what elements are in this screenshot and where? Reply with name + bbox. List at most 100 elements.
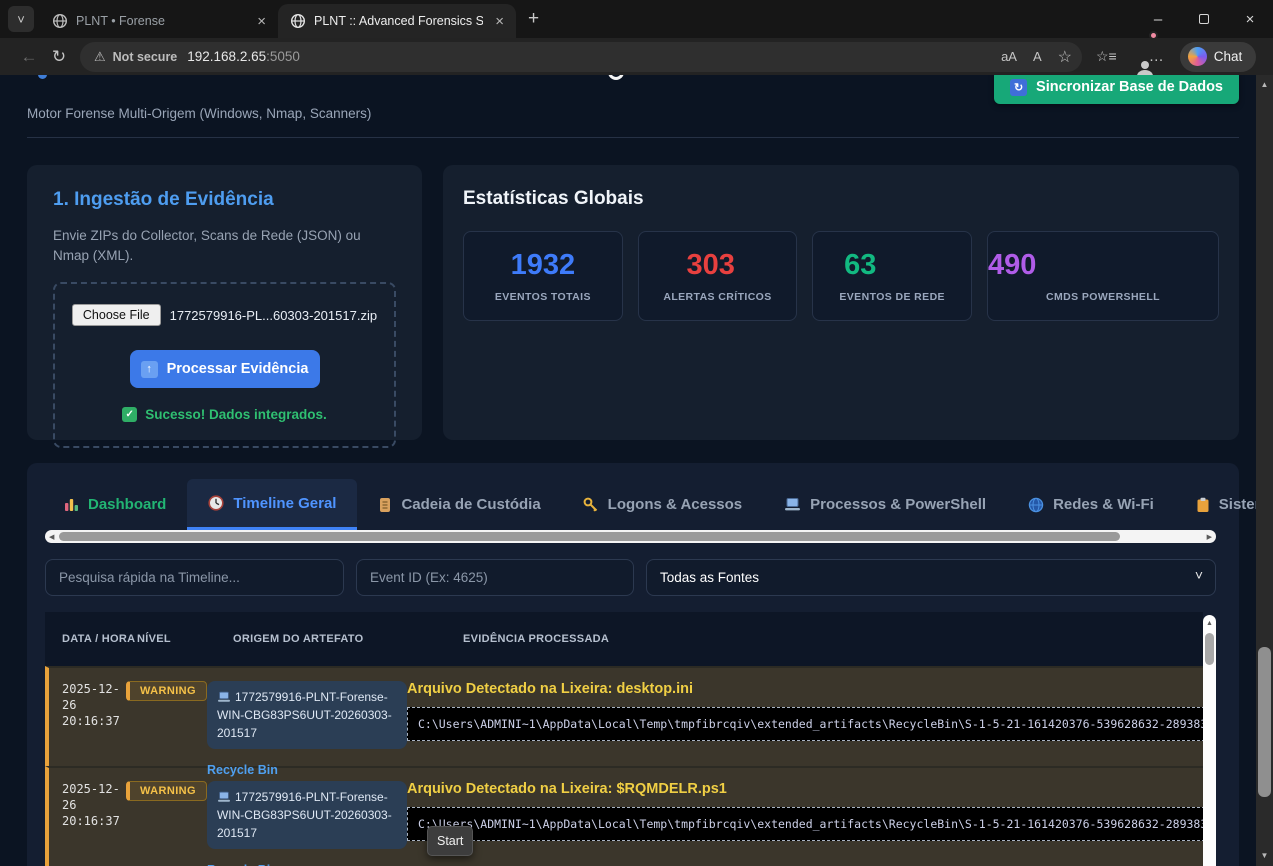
read-aloud-icon[interactable]: A xyxy=(1033,49,1042,64)
upload-dropzone[interactable]: Choose File 1772579916-PL...60303-201517… xyxy=(53,282,396,448)
browser-tab-active[interactable]: PLNT :: Advanced Forensics SOC × xyxy=(278,4,516,38)
table-row[interactable]: 2025-12-26 20:16:37 WARNING 1772579916-P… xyxy=(45,766,1203,866)
process-evidence-button[interactable]: ↑ Processar Evidência xyxy=(130,350,320,388)
horizontal-scrollbar[interactable]: ◀ ▶ xyxy=(45,530,1216,543)
column-header-origin: ORIGEM DO ARTEFATO xyxy=(233,633,463,645)
level-badge: WARNING xyxy=(126,781,207,801)
page-title-clipped-fragment xyxy=(38,75,47,79)
collections-icon[interactable]: ☆≡ xyxy=(1096,48,1117,65)
scroll-left-icon[interactable]: ◀ xyxy=(49,533,54,541)
origin-host-chip: 1772579916-PLNT-Forense-WIN-CBG83PS6UUT-… xyxy=(207,781,407,849)
table-vertical-scrollbar[interactable]: ▲ xyxy=(1203,615,1216,866)
timeline-search-input[interactable] xyxy=(45,559,344,596)
new-tab-button[interactable]: + xyxy=(528,8,539,30)
restore-icon xyxy=(1199,14,1209,24)
key-icon xyxy=(583,497,599,513)
stat-label: CMDS POWERSHELL xyxy=(1046,291,1160,303)
page-vertical-scrollbar[interactable]: ▲ ▼ xyxy=(1256,75,1273,866)
evidence-title: Arquivo Detectado na Lixeira: $RQMDELR.p… xyxy=(407,781,1216,797)
tab-label: Redes & Wi-Fi xyxy=(1053,496,1154,513)
chevron-down-icon: ˅ xyxy=(17,12,25,27)
stat-label: ALERTAS CRÍTICOS xyxy=(663,291,771,303)
tab-title: PLNT • Forense xyxy=(76,14,245,28)
evidence-ingest-card: 1. Ingestão de Evidência Envie ZIPs do C… xyxy=(27,165,422,440)
close-tab-icon[interactable]: × xyxy=(491,13,508,30)
stat-label: EVENTOS DE REDE xyxy=(839,291,945,303)
source-filter-select[interactable]: Todas as Fontes xyxy=(646,559,1216,596)
scroll-right-icon[interactable]: ▶ xyxy=(1207,533,1212,541)
page-title-clipped-fragment xyxy=(608,75,624,80)
laptop-icon xyxy=(217,691,231,703)
scroll-up-icon[interactable]: ▲ xyxy=(1256,80,1273,89)
choose-file-button[interactable]: Choose File xyxy=(72,304,161,326)
close-tab-icon[interactable]: × xyxy=(253,13,270,30)
evidence-path: C:\Users\ADMINI~1\AppData\Local\Temp\tmp… xyxy=(407,807,1216,841)
sync-button-label: Sincronizar Base de Dados xyxy=(1036,79,1223,95)
scroll-up-icon[interactable]: ▲ xyxy=(1203,615,1216,627)
back-button[interactable]: ← xyxy=(14,47,44,67)
more-menu-icon[interactable]: … xyxy=(1149,48,1164,65)
minimize-button[interactable]: – xyxy=(1135,0,1181,38)
tab-label: Logons & Acessos xyxy=(608,496,742,513)
horizontal-scrollbar-thumb[interactable] xyxy=(59,532,1120,541)
column-header-datetime: DATA / HORA xyxy=(49,631,137,648)
url-host: 192.168.2.65 xyxy=(187,49,266,64)
level-badge: WARNING xyxy=(126,681,207,701)
stat-powershell-cmds: 490 CMDS POWERSHELL xyxy=(987,231,1219,321)
tab-label: Processos & PowerShell xyxy=(810,496,986,513)
stat-value: 1932 xyxy=(511,249,576,282)
tab-processos-powershell[interactable]: Processos & PowerShell xyxy=(763,479,1007,530)
scroll-down-icon[interactable]: ▼ xyxy=(1256,851,1273,860)
browser-tab-inactive[interactable]: PLNT • Forense × xyxy=(40,4,278,38)
panel-tabs: Dashboard Timeline Geral xyxy=(27,463,1239,530)
refresh-button[interactable]: ↻ xyxy=(44,47,74,67)
process-button-label: Processar Evidência xyxy=(167,361,309,377)
bar-chart-icon xyxy=(64,497,79,512)
copilot-icon xyxy=(1188,47,1207,66)
evidence-path: C:\Users\ADMINI~1\AppData\Local\Temp\tmp… xyxy=(407,707,1216,741)
clipboard-icon xyxy=(1196,497,1210,513)
tab-dashboard[interactable]: Dashboard xyxy=(43,479,187,530)
not-secure-warning-icon: ⚠ xyxy=(94,49,106,65)
ingest-description: Envie ZIPs do Collector, Scans de Rede (… xyxy=(53,226,396,265)
tab-redes-wifi[interactable]: Redes & Wi-Fi xyxy=(1007,479,1175,530)
column-header-evidence: EVIDÊNCIA PROCESSADA xyxy=(463,633,1203,645)
check-icon: ✓ xyxy=(122,407,137,422)
sync-database-button[interactable]: ↻ Sincronizar Base de Dados xyxy=(994,75,1239,104)
event-datetime: 2025-12-26 20:16:37 xyxy=(62,781,126,830)
favorite-star-icon[interactable]: ☆ xyxy=(1058,47,1072,67)
globe-favicon-icon xyxy=(52,13,68,29)
restore-button[interactable] xyxy=(1181,0,1227,38)
security-label[interactable]: Not secure xyxy=(113,50,178,64)
origin-artifact-link[interactable]: Recycle Bin xyxy=(207,763,407,777)
clock-icon xyxy=(208,495,224,511)
ingest-title: 1. Ingestão de Evidência xyxy=(53,189,396,211)
tab-search-button[interactable]: ˅ xyxy=(8,6,34,32)
tab-cadeia-de-custodia[interactable]: Cadeia de Custódia xyxy=(357,479,561,530)
table-row[interactable]: 2025-12-26 20:16:37 WARNING 1772579916-P… xyxy=(45,666,1203,766)
forensics-panel: Dashboard Timeline Geral xyxy=(27,463,1239,866)
tab-title: PLNT :: Advanced Forensics SOC xyxy=(314,14,483,28)
copilot-chat-button[interactable]: Chat xyxy=(1180,42,1257,72)
laptop-icon xyxy=(217,791,231,803)
translate-icon[interactable]: aA xyxy=(1001,49,1017,64)
stat-total-events: 1932 EVENTOS TOTAIS xyxy=(463,231,623,321)
origin-host-chip: 1772579916-PLNT-Forense-WIN-CBG83PS6UUT-… xyxy=(207,681,407,749)
close-window-button[interactable]: × xyxy=(1227,0,1273,38)
tab-logons-acessos[interactable]: Logons & Acessos xyxy=(562,479,763,530)
tab-label: Sistema & Apps xyxy=(1219,496,1256,513)
event-id-input[interactable] xyxy=(356,559,634,596)
timeline-table: DATA / HORA NÍVEL ORIGEM DO ARTEFATO EVI… xyxy=(45,612,1216,866)
evidence-title: Arquivo Detectado na Lixeira: desktop.in… xyxy=(407,681,1216,697)
page-scrollbar-thumb[interactable] xyxy=(1258,647,1271,797)
url-port: :5050 xyxy=(266,49,300,64)
browser-window: ˅ PLNT • Forense × PLNT :: Advanced Fore… xyxy=(0,0,1273,866)
table-header: DATA / HORA NÍVEL ORIGEM DO ARTEFATO EVI… xyxy=(45,612,1203,666)
address-bar[interactable]: ⚠ Not secure 192.168.2.65 :5050 aA A ☆ xyxy=(80,42,1082,72)
ingest-success-message: ✓ Sucesso! Dados integrados. xyxy=(65,407,384,422)
column-header-level: NÍVEL xyxy=(137,633,233,645)
tab-timeline-geral[interactable]: Timeline Geral xyxy=(187,479,357,530)
tab-sistema-apps[interactable]: Sistema & Apps xyxy=(1175,479,1256,530)
stat-critical-alerts: 303 ALERTAS CRÍTICOS xyxy=(638,231,798,321)
table-scrollbar-thumb[interactable] xyxy=(1205,633,1214,665)
